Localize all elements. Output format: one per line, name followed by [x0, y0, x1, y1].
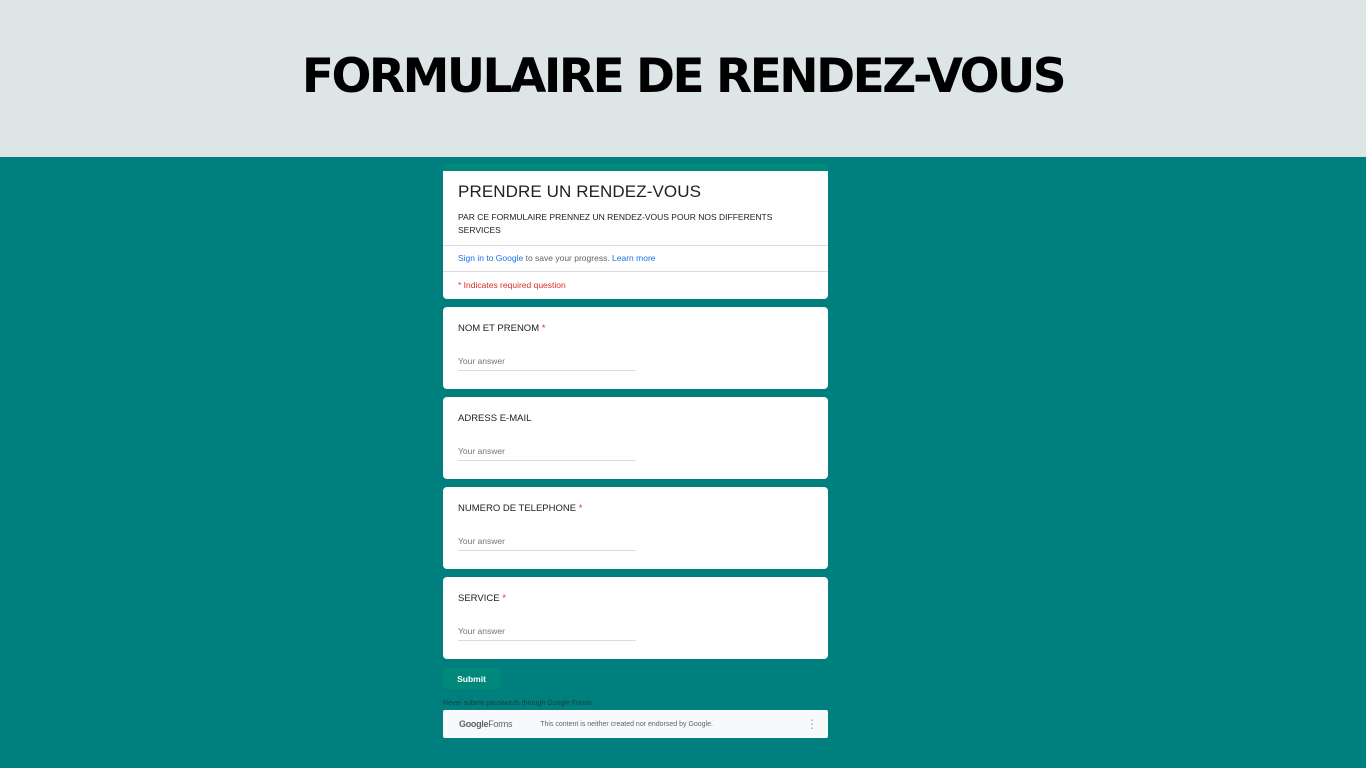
more-vert-icon[interactable]: ⋮ [806, 717, 818, 731]
question-card-name: NOM ET PRENOM * Your answer [443, 307, 828, 389]
footer-bar: GoogleForms This content is neither crea… [443, 710, 828, 738]
logo-forms-text: Forms [488, 719, 513, 729]
google-forms-logo[interactable]: GoogleForms [459, 719, 513, 729]
form-description: PAR CE FORMULAIRE PRENNEZ UN RENDEZ-VOUS… [458, 212, 773, 235]
service-input[interactable]: Your answer [458, 626, 636, 641]
required-asterisk: * [541, 323, 546, 334]
signin-text: to save your progress. [523, 253, 613, 263]
required-asterisk: * [578, 503, 583, 514]
signin-row: Sign in to Google to save your progress.… [443, 246, 828, 271]
question-label-text: NOM ET PRENOM [458, 323, 540, 334]
question-label: NUMERO DE TELEPHONE * [458, 503, 813, 514]
phone-input[interactable]: Your answer [458, 536, 636, 551]
question-label-text: ADRESS E-MAIL [458, 413, 532, 424]
question-label-text: NUMERO DE TELEPHONE [458, 503, 577, 514]
required-note: * Indicates required question [458, 280, 566, 290]
question-label-text: SERVICE [458, 593, 500, 604]
banner: FORMULAIRE DE RENDEZ-VOUS [0, 0, 1366, 157]
form-column: PRENDRE UN RENDEZ-VOUS PAR CE FORMULAIRE… [443, 164, 828, 667]
form-header-card: PRENDRE UN RENDEZ-VOUS PAR CE FORMULAIRE… [443, 164, 828, 299]
logo-google-text: Google [459, 719, 489, 729]
question-label: NOM ET PRENOM * [458, 323, 813, 334]
signin-link[interactable]: Sign in to Google [458, 253, 523, 263]
password-warning: Never submit passwords through Google Fo… [443, 700, 594, 707]
name-input[interactable]: Your answer [458, 356, 636, 371]
banner-title: FORMULAIRE DE RENDEZ-VOUS [301, 49, 1067, 104]
learn-more-link[interactable]: Learn more [612, 253, 655, 263]
question-card-phone: NUMERO DE TELEPHONE * Your answer [443, 487, 828, 569]
submit-button[interactable]: Submit [443, 668, 500, 689]
footer-disclaimer: This content is neither created nor endo… [540, 720, 713, 728]
form-title: PRENDRE UN RENDEZ-VOUS [458, 182, 702, 201]
required-asterisk: * [502, 593, 506, 604]
question-label: SERVICE * [458, 593, 813, 604]
email-input[interactable]: Your answer [458, 446, 636, 461]
question-label: ADRESS E-MAIL [458, 413, 813, 424]
question-card-email: ADRESS E-MAIL Your answer [443, 397, 828, 479]
question-card-service: SERVICE * Your answer [443, 577, 828, 659]
